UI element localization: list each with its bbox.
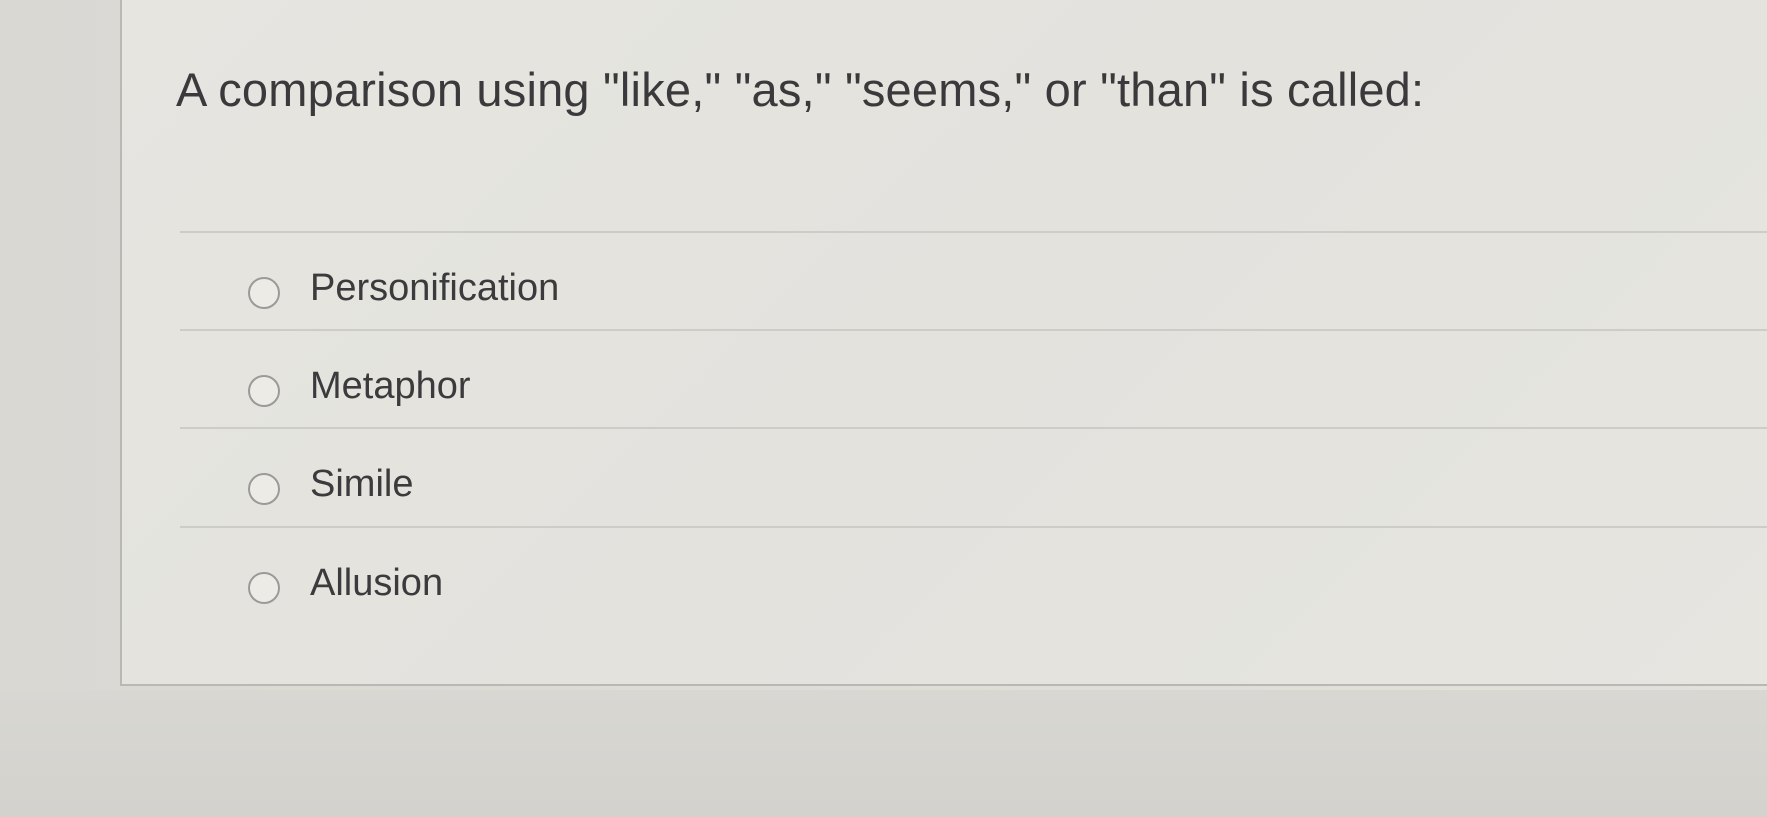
- page-background: [0, 690, 1767, 817]
- answer-option-simile[interactable]: Simile: [180, 428, 1767, 525]
- radio-button[interactable]: [248, 277, 280, 309]
- radio-button[interactable]: [248, 473, 280, 505]
- radio-button[interactable]: [248, 375, 280, 407]
- answer-option-allusion[interactable]: Allusion: [180, 527, 1767, 624]
- answer-label: Simile: [310, 463, 414, 505]
- answer-label: Personification: [310, 267, 560, 309]
- answer-option-metaphor[interactable]: Metaphor: [180, 330, 1767, 427]
- question-text: A comparison using "like," "as," "seems,…: [176, 63, 1425, 116]
- answer-label: Metaphor: [310, 365, 471, 407]
- radio-button[interactable]: [248, 572, 280, 604]
- answer-label: Allusion: [310, 562, 444, 604]
- question-card: A comparison using "like," "as," "seems,…: [120, 0, 1767, 686]
- answer-option-personification[interactable]: Personification: [180, 232, 1767, 329]
